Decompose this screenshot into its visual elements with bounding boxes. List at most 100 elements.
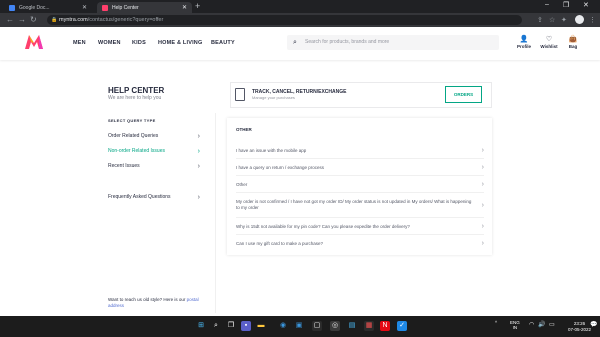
question-text: My order is not confirmed / I have not g… [236, 199, 472, 210]
bag-label: Bag [568, 44, 578, 49]
menu-women[interactable]: WOMEN [98, 40, 121, 46]
chevron-right-icon: › [197, 133, 200, 140]
myntra-logo[interactable] [24, 33, 44, 51]
profile-label: Profile [516, 44, 531, 49]
profile-button[interactable]: 👤 Profile [512, 35, 536, 49]
wishlist-button[interactable]: ♡ Wishlist [537, 35, 561, 49]
netflix-icon[interactable]: N [380, 321, 390, 331]
question-text: Can I use my gift card to make a purchas… [236, 241, 324, 246]
question-text: I have an issue with the mobile app [236, 148, 307, 153]
chevron-right-icon: › [481, 163, 484, 171]
app-icon[interactable]: ✓ [397, 321, 407, 331]
minimize-icon[interactable]: – [545, 1, 549, 8]
lock-icon: 🔒 [51, 17, 58, 23]
more-menu-icon[interactable]: ⋮ [589, 16, 596, 24]
url-field[interactable]: 🔒 myntra.com/contactus/generic?query=off… [47, 15, 522, 25]
sidebar-item-order-queries[interactable]: Order Related Queries › [108, 129, 212, 144]
extensions-icon[interactable]: ✦ [561, 16, 567, 24]
chevron-right-icon: › [481, 146, 484, 154]
file-explorer-icon[interactable]: ▬ [256, 321, 266, 331]
chevron-right-icon: › [481, 240, 484, 247]
sidebar-item-label: Recent Issues [108, 163, 140, 169]
question-row[interactable]: Other › [236, 179, 484, 193]
close-tab-icon[interactable]: ✕ [82, 4, 87, 11]
question-row[interactable]: Can I use my gift card to make a purchas… [236, 238, 484, 252]
user-icon: 👤 [519, 36, 529, 43]
back-icon[interactable]: ← [6, 15, 14, 24]
orders-button[interactable]: ORDERS [445, 86, 482, 103]
task-view-icon[interactable]: ❐ [226, 321, 236, 331]
tab-google-docs[interactable]: Google Doc... ✕ [4, 2, 92, 13]
faq-label: Frequently Asked Questions [108, 194, 171, 200]
tray-chevron-icon[interactable]: ^ [495, 320, 497, 325]
track-subtitle: Manage your purchases [252, 95, 295, 100]
query-type-sidebar: SELECT QUERY TYPE Order Related Queries … [108, 118, 212, 174]
question-text: I have a query on return / exchange proc… [236, 165, 325, 170]
sidebar-item-non-order-issues[interactable]: Non-order Related Issues › [108, 144, 212, 159]
tab-help-center[interactable]: Help Center ✕ [97, 2, 192, 13]
clock[interactable]: 23:26 07-05-2022 [568, 321, 591, 333]
bag-button[interactable]: 👜 Bag [561, 35, 585, 49]
app-icon[interactable]: ▦ [364, 321, 374, 331]
chrome-icon[interactable]: ◎ [330, 321, 340, 331]
track-orders-card: TRACK, CANCEL, RETURN/EXCHANGE Manage yo… [230, 82, 492, 108]
sidebar-heading: SELECT QUERY TYPE [108, 118, 156, 123]
windows-start-icon[interactable]: ⊞ [196, 321, 206, 331]
url-host: myntra.com [59, 17, 88, 23]
menu-men[interactable]: MEN [73, 40, 86, 46]
new-tab-icon[interactable]: + [195, 1, 200, 11]
tab-title: Help Center [112, 4, 139, 11]
region-label: IN [512, 325, 518, 330]
menu-home-living[interactable]: HOME & LIVING [158, 40, 202, 46]
divider [215, 113, 216, 313]
sidebar-item-label: Non-order Related Issues [108, 148, 165, 154]
bookmark-star-icon[interactable]: ☆ [549, 16, 555, 24]
chevron-right-icon: › [197, 148, 200, 155]
question-row[interactable]: My order is not confirmed / I have not g… [236, 197, 484, 218]
google-docs-icon [9, 4, 15, 11]
search-icon[interactable]: ⌕ [211, 321, 221, 331]
maximize-icon[interactable]: ❐ [563, 1, 569, 9]
search-input[interactable]: ⌕ Search for products, brands and more [287, 35, 499, 50]
clock-date: 07-05-2022 [568, 327, 592, 332]
questions-panel: OTHER I have an issue with the mobile ap… [227, 118, 492, 255]
app-icon[interactable]: ▤ [347, 321, 357, 331]
store-icon[interactable]: ▣ [294, 321, 304, 331]
chevron-right-icon: › [197, 163, 200, 170]
question-row[interactable]: Why is 15dt not available for my pin cod… [236, 221, 484, 235]
close-tab-icon[interactable]: ✕ [182, 4, 187, 11]
site-header: MEN WOMEN KIDS HOME & LIVING BEAUTY ⌕ Se… [0, 27, 600, 60]
search-icon: ⌕ [293, 39, 297, 46]
share-icon[interactable]: ⇪ [537, 16, 543, 24]
faq-link[interactable]: Frequently Asked Questions › [108, 190, 200, 205]
shopping-bag-icon [235, 88, 245, 101]
language-indicator[interactable]: ENG IN [510, 320, 520, 330]
wifi-icon[interactable]: ◠ [529, 322, 534, 328]
volume-icon[interactable]: 🔊 [538, 322, 545, 328]
address-toolbar: ← → ↻ 🔒 myntra.com/contactus/generic?que… [0, 13, 600, 27]
clock-time: 23:26 [573, 321, 586, 326]
profile-avatar[interactable] [575, 15, 584, 24]
browser-tab-bar: Google Doc... ✕ Help Center ✕ + – ❐ ✕ [0, 0, 600, 13]
bag-icon: 👜 [568, 36, 578, 43]
chevron-right-icon: › [481, 202, 484, 209]
menu-beauty[interactable]: BEAUTY [211, 40, 235, 46]
edge-icon[interactable]: ◉ [278, 321, 288, 331]
question-text: Other [236, 182, 248, 187]
battery-icon[interactable]: ▭ [549, 322, 555, 328]
wishlist-label: Wishlist [540, 44, 558, 49]
question-row[interactable]: I have a query on return / exchange proc… [236, 162, 484, 176]
question-row[interactable]: I have an issue with the mobile app › [236, 145, 484, 159]
teams-icon[interactable]: ▪ [241, 321, 251, 331]
page-title: HELP CENTER [108, 86, 165, 95]
reload-icon[interactable]: ↻ [30, 15, 37, 24]
sidebar-item-label: Order Related Queries [108, 133, 159, 139]
menu-kids[interactable]: KIDS [132, 40, 146, 46]
question-text: Why is 15dt not available for my pin cod… [236, 224, 410, 229]
close-window-icon[interactable]: ✕ [583, 1, 589, 9]
notification-icon[interactable]: 💬 [590, 322, 597, 328]
forward-icon[interactable]: → [18, 15, 26, 24]
sidebar-item-recent-issues[interactable]: Recent Issues › [108, 159, 212, 174]
windows-taskbar: ⊞ ⌕ ❐ ▪ ▬ ◉ ▣ ▢ ◎ ▤ ▦ N ✓ ^ ENG IN ◠ 🔊 ▭… [0, 316, 600, 337]
app-icon[interactable]: ▢ [312, 321, 322, 331]
